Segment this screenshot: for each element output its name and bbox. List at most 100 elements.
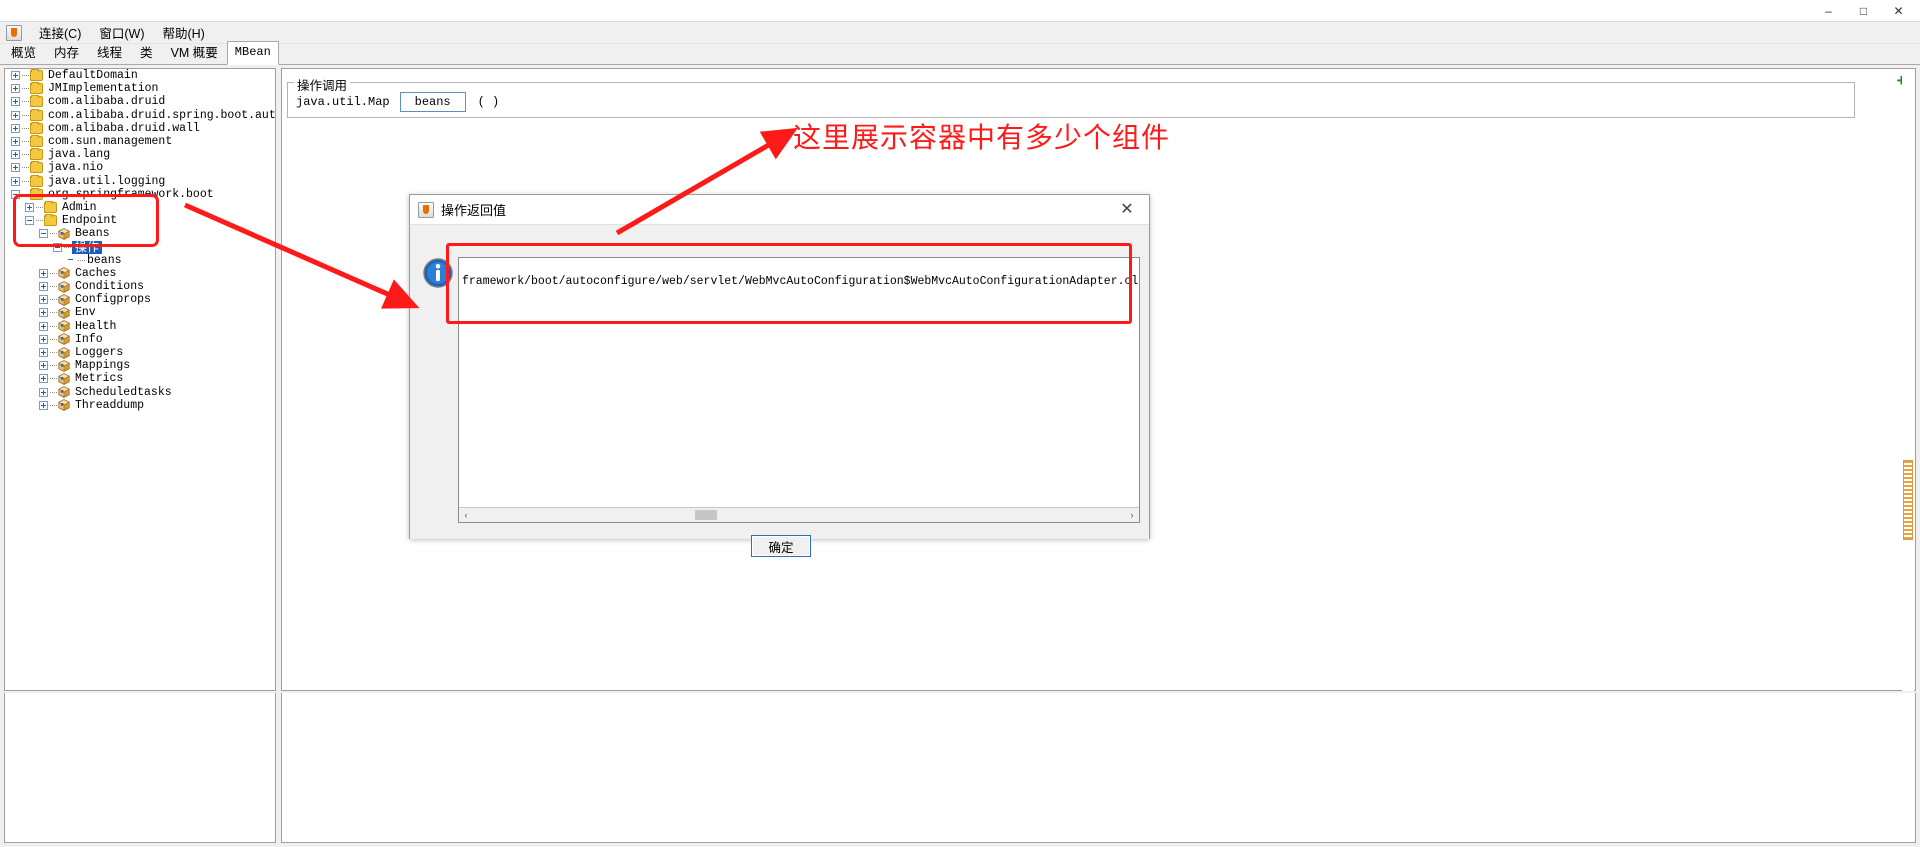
tree-node-configprops[interactable]: Configprops [5, 293, 275, 306]
hscroll-track[interactable] [473, 508, 1125, 522]
tree-node-scheduledtasks[interactable]: Scheduledtasks [5, 386, 275, 399]
expand-icon[interactable] [39, 334, 48, 344]
scrollbar-thumb[interactable] [1903, 460, 1913, 540]
expand-icon[interactable] [39, 308, 48, 318]
tree-connector [22, 193, 29, 195]
expand-icon[interactable] [39, 268, 48, 278]
dialog-titlebar: 操作返回值 ✕ [410, 195, 1149, 225]
tab-mbean[interactable]: MBean [226, 41, 279, 65]
mbean-tree-panel[interactable]: DefaultDomain JMImplementation com.alibaba… [4, 68, 276, 691]
tree-node-beans[interactable]: Beans [5, 227, 275, 240]
collapse-icon[interactable] [53, 242, 62, 252]
close-button[interactable]: ✕ [1881, 0, 1916, 22]
tree-node-jmimplementation[interactable]: JMImplementation [5, 82, 275, 95]
folder-icon [30, 148, 43, 161]
tree-node-label: 操作 [72, 240, 103, 254]
expand-icon[interactable] [25, 202, 34, 212]
expand-icon[interactable] [39, 374, 48, 384]
expand-icon[interactable] [39, 295, 48, 305]
tree-node-[interactable]: 操作 [5, 240, 275, 254]
expand-icon[interactable] [11, 123, 20, 133]
menu-help[interactable]: 帮助(H) [153, 21, 213, 44]
hscroll-thumb[interactable] [695, 510, 717, 520]
tree-node-defaultdomain[interactable]: DefaultDomain [5, 69, 275, 82]
tree-connector [36, 206, 43, 208]
menubar: 连接(C) 窗口(W) 帮助(H) [0, 22, 1920, 44]
ok-button[interactable]: 确定 [751, 535, 811, 557]
expand-icon[interactable] [11, 71, 20, 81]
scroll-right-arrow[interactable]: › [1125, 508, 1139, 522]
operation-return-type: java.util.Map [296, 95, 390, 109]
tree-node-label: Admin [62, 200, 97, 214]
operation-parameters: ( ) [477, 95, 500, 109]
tree-node-com-sun-management[interactable]: com.sun.management [5, 135, 275, 148]
return-value-textarea[interactable]: framework/boot/autoconfigure/web/servlet… [458, 257, 1140, 523]
expand-icon[interactable] [39, 400, 48, 410]
expand-icon[interactable] [39, 387, 48, 397]
tree-node-health[interactable]: Health [5, 320, 275, 333]
expand-icon[interactable] [11, 84, 20, 94]
tab-classes[interactable]: 类 [131, 43, 162, 64]
collapse-icon[interactable] [39, 229, 48, 239]
tree-node-conditions[interactable]: Conditions [5, 280, 275, 293]
tree-node-java-util-logging[interactable]: java.util.logging [5, 174, 275, 188]
tree-connector [50, 272, 57, 274]
tree-node-com-alibaba-druid-wall[interactable]: com.alibaba.druid.wall [5, 121, 275, 135]
mbean-icon [58, 293, 70, 306]
tree-node-env[interactable]: Env [5, 306, 275, 319]
tree-connector [22, 141, 29, 143]
tree-node-label: Info [75, 332, 103, 346]
maximize-button[interactable]: □ [1846, 0, 1881, 22]
tab-vm-summary[interactable]: VM 概要 [162, 43, 227, 64]
folder-icon [30, 161, 43, 174]
collapse-icon[interactable] [11, 189, 20, 199]
expand-icon[interactable] [11, 176, 20, 186]
tab-memory[interactable]: 内存 [45, 43, 88, 64]
expand-icon[interactable] [11, 110, 20, 120]
tree-node-org-springframework-boot[interactable]: org.springframework.boot [5, 187, 275, 201]
tree-node-beans[interactable]: beans [5, 254, 275, 267]
tree-node-com-alibaba-druid[interactable]: com.alibaba.druid [5, 95, 275, 108]
tree-node-caches[interactable]: Caches [5, 267, 275, 280]
expand-icon[interactable] [11, 137, 20, 147]
tree-node-label: com.alibaba.druid.spring.boot.autoconfig… [48, 108, 276, 122]
folder-icon [44, 200, 57, 213]
tree-node-threaddump[interactable]: Threaddump [5, 399, 275, 412]
collapse-icon[interactable] [25, 216, 34, 226]
content-vertical-scrollbar[interactable] [1902, 70, 1914, 691]
expand-icon[interactable] [11, 163, 20, 173]
expand-icon[interactable] [39, 348, 48, 358]
tree-node-admin[interactable]: Admin [5, 200, 275, 214]
expand-icon[interactable] [39, 361, 48, 371]
folder-icon [30, 82, 43, 95]
dialog-title: 操作返回值 [441, 203, 507, 218]
tree-node-com-alibaba-druid-spring-boot-autoconfigure[interactable]: com.alibaba.druid.spring.boot.autoconfig… [5, 108, 276, 122]
invoke-beans-button[interactable]: beans [399, 92, 466, 112]
tree-node-metrics[interactable]: Metrics [5, 372, 275, 385]
tree-connector [50, 391, 57, 393]
tree-connector [50, 299, 57, 301]
tree-node-java-lang[interactable]: java.lang [5, 148, 275, 161]
tree-node-mappings[interactable]: Mappings [5, 359, 275, 372]
tree-connector [50, 312, 57, 314]
dialog-close-button[interactable]: ✕ [1105, 195, 1149, 224]
tree-node-loggers[interactable]: Loggers [5, 346, 275, 359]
expand-icon[interactable] [11, 150, 20, 160]
tree-node-java-nio[interactable]: java.nio [5, 161, 275, 174]
textarea-horizontal-scrollbar[interactable]: ‹ › [459, 507, 1139, 522]
tree-node-info[interactable]: Info [5, 333, 275, 346]
tree-node-endpoint[interactable]: Endpoint [5, 214, 275, 227]
minimize-button[interactable]: – [1811, 0, 1846, 22]
tab-threads[interactable]: 线程 [88, 43, 131, 64]
expand-icon[interactable] [11, 97, 20, 107]
scroll-left-arrow[interactable]: ‹ [459, 508, 473, 522]
info-icon [423, 258, 453, 288]
tab-overview[interactable]: 概览 [2, 43, 45, 64]
tree-connector [22, 88, 29, 90]
return-value-text: framework/boot/autoconfigure/web/servlet… [462, 275, 1138, 288]
mbean-icon [58, 307, 70, 319]
menu-window[interactable]: 窗口(W) [90, 21, 153, 44]
menu-connection[interactable]: 连接(C) [30, 21, 90, 44]
expand-icon[interactable] [39, 282, 48, 292]
expand-icon[interactable] [39, 321, 48, 331]
